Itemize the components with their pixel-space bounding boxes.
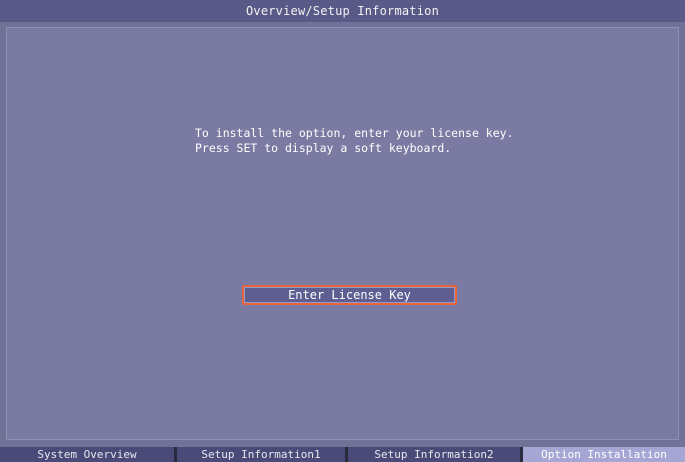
bottom-tab-bar: System Overview Setup Information1 Setup…: [0, 447, 685, 462]
tab-setup-information2[interactable]: Setup Information2: [345, 447, 520, 462]
main-panel: [6, 27, 679, 440]
tab-label: Option Installation: [541, 448, 667, 461]
tab-label: Setup Information2: [374, 448, 494, 461]
page-title: Overview/Setup Information: [245, 4, 440, 18]
enter-license-key-button[interactable]: Enter License Key: [242, 285, 457, 305]
tab-option-installation[interactable]: Option Installation: [520, 447, 685, 462]
tab-label: Setup Information1: [201, 448, 321, 461]
instruction-line-2: Press SET to display a soft keyboard.: [195, 141, 452, 155]
tab-label: System Overview: [37, 448, 137, 461]
instruction-line-1: To install the option, enter your licens…: [195, 126, 514, 140]
instruction-text: To install the option, enter your licens…: [195, 126, 655, 156]
tab-system-overview[interactable]: System Overview: [0, 447, 174, 462]
enter-license-key-label: Enter License Key: [288, 288, 411, 302]
window-title-bar: Overview/Setup Information: [0, 0, 685, 22]
tab-setup-information1[interactable]: Setup Information1: [174, 447, 345, 462]
